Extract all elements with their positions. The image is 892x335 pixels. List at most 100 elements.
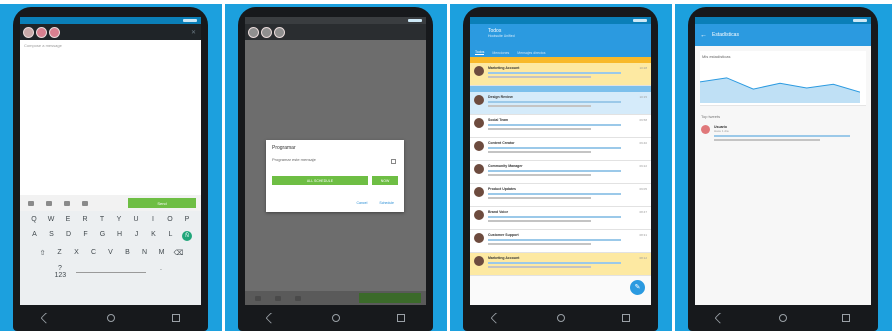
recents-icon[interactable] (171, 314, 180, 322)
tab-0[interactable]: Todos (475, 50, 485, 55)
schedule-all-button[interactable]: ALL SCHEDULE (272, 176, 368, 185)
avatar (261, 26, 272, 38)
list-item[interactable]: Marketing Account 10:28 (470, 63, 651, 86)
text-line (488, 128, 592, 130)
status-bar (695, 17, 871, 24)
list-item[interactable]: Customer Support 08:31 (470, 230, 651, 253)
key[interactable]: P (182, 216, 193, 223)
send-button[interactable]: Send (128, 198, 196, 208)
item-name: Marketing Account (488, 256, 520, 260)
key[interactable]: Q (29, 216, 40, 223)
schedule-link[interactable]: Schedule (379, 201, 394, 205)
item-time: 08:31 (639, 233, 647, 237)
list-item[interactable]: Marketing Account 08:12 (470, 253, 651, 276)
back-icon[interactable] (39, 312, 52, 324)
now-button[interactable]: NOW (372, 176, 398, 185)
key[interactable]: O (165, 216, 176, 223)
key[interactable]: ⌫ (173, 249, 184, 257)
key[interactable]: N (139, 249, 150, 257)
text-line (488, 243, 592, 245)
key[interactable]: M (156, 249, 167, 257)
key-space[interactable] (75, 265, 146, 273)
key[interactable]: A (29, 231, 40, 241)
cancel-link[interactable]: Cancel (356, 201, 367, 205)
account-bar (245, 24, 426, 40)
nav-bar (688, 305, 878, 331)
key[interactable]: Z (54, 249, 65, 257)
key[interactable]: S (46, 231, 57, 241)
list-item[interactable]: Usuario Hace 1 día (695, 123, 871, 143)
item-name: Community Manager (488, 164, 523, 168)
key[interactable]: D (63, 231, 74, 241)
key[interactable]: F (80, 231, 91, 241)
list-item-body: Social Team (488, 118, 635, 130)
key[interactable]: E (63, 216, 74, 223)
key[interactable]: U (131, 216, 142, 223)
back-icon[interactable] (713, 312, 726, 324)
key[interactable]: G (97, 231, 108, 241)
recents-icon[interactable] (396, 314, 405, 322)
list-item[interactable]: Community Manager 09:22 (470, 161, 651, 184)
list-item[interactable]: Content Creator 09:40 (470, 138, 651, 161)
key[interactable]: L (165, 231, 176, 241)
list-item[interactable]: Social Team 09:58 (470, 115, 651, 138)
key[interactable]: X (71, 249, 82, 257)
list-item[interactable]: Product Updates 09:05 (470, 184, 651, 207)
key[interactable]: W (46, 216, 57, 223)
key-period[interactable]: . (156, 265, 167, 279)
checkbox[interactable] (391, 159, 396, 164)
key[interactable]: Y (114, 216, 125, 223)
text-line (714, 139, 820, 141)
key[interactable]: T (97, 216, 108, 223)
avatar[interactable] (36, 26, 47, 38)
home-icon[interactable] (778, 314, 787, 322)
key[interactable]: V (105, 249, 116, 257)
recents-icon[interactable] (842, 314, 851, 322)
avatar[interactable] (49, 26, 60, 38)
attach-icon[interactable] (28, 200, 34, 206)
key-symbols[interactable]: ?123 (55, 265, 67, 279)
list-item[interactable]: Design Review 10:15 (470, 92, 651, 115)
home-icon[interactable] (556, 314, 565, 322)
item-name: Brand Voice (488, 210, 509, 214)
avatar (474, 66, 484, 76)
key[interactable]: J (131, 231, 142, 241)
key[interactable]: R (80, 216, 91, 223)
key[interactable]: Ñ (182, 231, 192, 241)
back-icon[interactable] (264, 312, 277, 324)
home-icon[interactable] (106, 314, 115, 322)
key[interactable]: I (148, 216, 159, 223)
avatar (474, 210, 484, 220)
keyboard-row: ⇧ Z X C V B N M ⌫ (23, 249, 198, 257)
compose-input[interactable]: Compose a message (20, 40, 201, 195)
inbox-screen: Todos Hootsuite Unified Todos Menciones Me… (470, 17, 651, 305)
close-icon[interactable]: ✕ (191, 29, 196, 36)
text-line (488, 266, 592, 268)
back-icon[interactable] (489, 312, 502, 324)
avatar[interactable] (23, 26, 34, 38)
key[interactable]: K (148, 231, 159, 241)
account-bar[interactable]: ✕ (20, 24, 201, 40)
schedule-icon[interactable] (82, 200, 88, 206)
avatar (474, 118, 484, 128)
key[interactable]: C (88, 249, 99, 257)
tab-2[interactable]: Mensajes directos (517, 51, 545, 55)
camera-icon[interactable] (46, 200, 52, 206)
compose-toolbar: Send (20, 195, 201, 211)
text-line (488, 105, 592, 107)
dialog-option: Programar este mensaje (272, 157, 316, 162)
key[interactable]: ⇧ (37, 249, 48, 257)
home-icon[interactable] (331, 314, 340, 322)
back-arrow-icon[interactable]: ← (700, 32, 707, 39)
key[interactable]: H (114, 231, 125, 241)
recents-icon[interactable] (621, 314, 630, 322)
tab-1[interactable]: Menciones (492, 51, 509, 55)
status-bar (245, 17, 426, 24)
keyboard-row: ASDFGHJKLÑ (23, 231, 198, 241)
list-item[interactable]: Brand Voice 08:47 (470, 207, 651, 230)
location-icon[interactable] (64, 200, 70, 206)
compose-fab-icon[interactable]: ✎ (630, 280, 645, 295)
key[interactable]: B (122, 249, 133, 257)
keyboard: QWERTYUIOP ASDFGHJKLÑ ⇧ Z X C V B N M ⌫ ?123 . (20, 211, 201, 305)
stats-card: Mis estadísticas (700, 51, 866, 106)
